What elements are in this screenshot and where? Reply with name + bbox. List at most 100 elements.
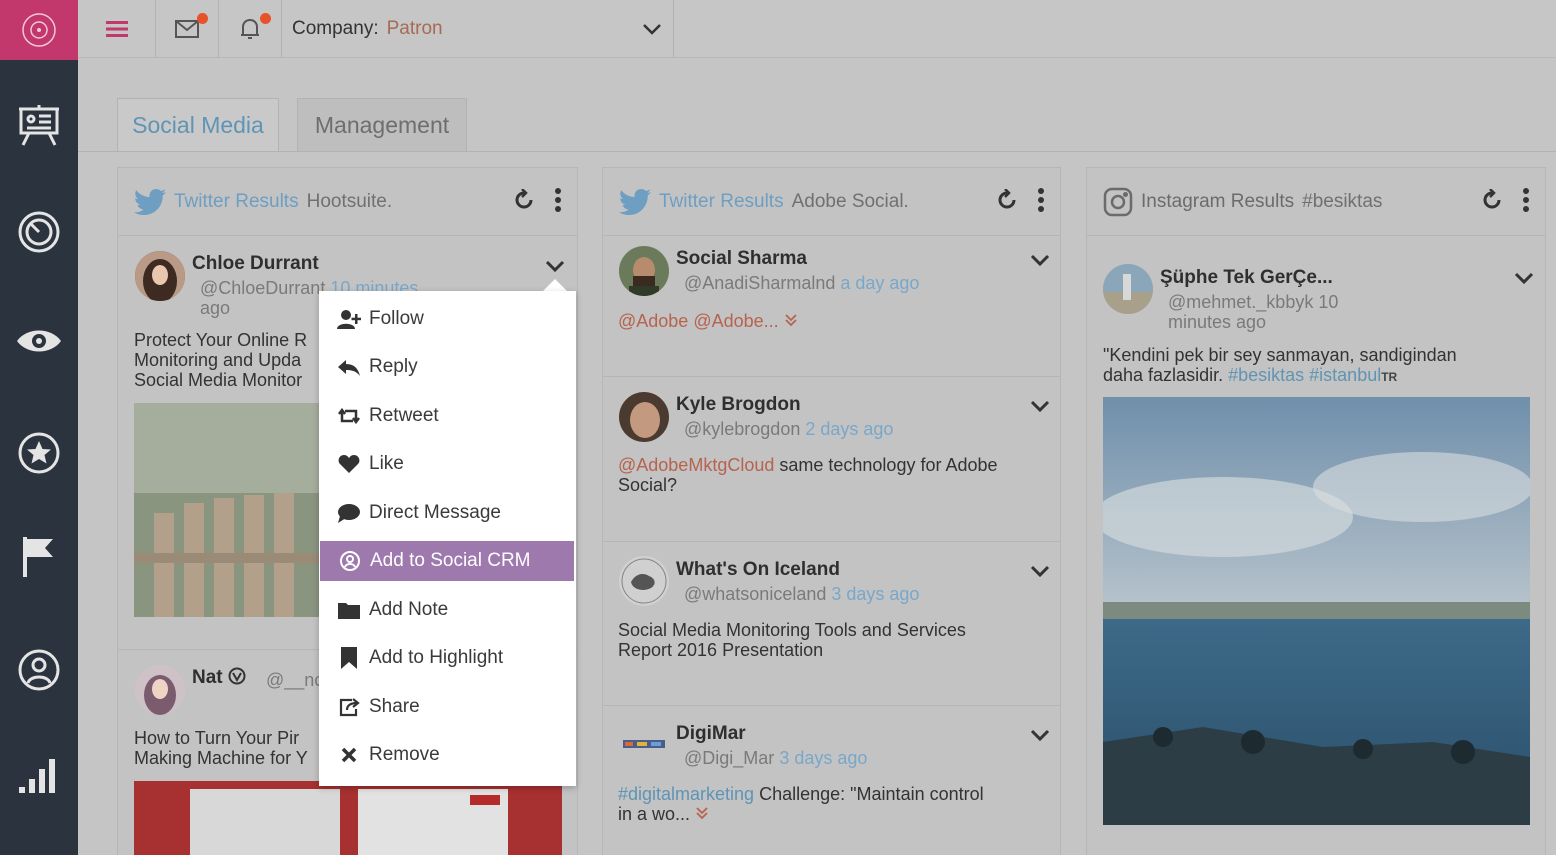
avatar[interactable] xyxy=(1103,264,1153,314)
company-label: Company: xyxy=(292,18,379,39)
menu-item-retweet[interactable]: Retweet xyxy=(319,396,576,436)
refresh-icon[interactable] xyxy=(996,189,1018,211)
chevron-down-icon[interactable] xyxy=(1029,252,1051,270)
sidebar xyxy=(0,0,78,855)
column-instagram: Instagram Results #besiktas Şüphe Tek Ge… xyxy=(1086,167,1546,855)
more-options-icon[interactable] xyxy=(1523,188,1529,212)
expand-more-icon[interactable] xyxy=(784,313,798,327)
post-card: Şüphe Tek GerÇe... @mehmet._kbbyk 10 min… xyxy=(1087,236,1545,855)
avatar[interactable] xyxy=(619,720,669,770)
post-text: @Adobe @Adobe... xyxy=(618,311,798,331)
column-network: Instagram Results xyxy=(1141,190,1295,212)
avatar[interactable] xyxy=(619,556,669,606)
post-handle: @mehmet._kbbyk 10 xyxy=(1168,292,1339,312)
post-image[interactable] xyxy=(134,403,324,617)
post-author[interactable]: What's On Iceland xyxy=(676,559,840,581)
company-selector[interactable]: Company: Patron xyxy=(282,0,674,58)
envelope-icon xyxy=(175,20,199,38)
add-user-icon xyxy=(337,310,361,329)
eye-icon[interactable] xyxy=(0,311,78,371)
chevron-down-icon[interactable] xyxy=(1029,398,1051,416)
post-image[interactable] xyxy=(134,781,562,855)
bookmark-icon xyxy=(341,647,357,669)
close-icon xyxy=(341,747,357,763)
column-network: Twitter Results xyxy=(174,190,299,212)
column-header: Twitter Results Adobe Social. xyxy=(603,168,1060,236)
share-icon xyxy=(339,698,360,717)
post-author[interactable]: Şüphe Tek GerÇe... xyxy=(1160,267,1333,289)
bar-chart-icon[interactable] xyxy=(0,745,78,805)
refresh-icon[interactable] xyxy=(513,189,535,211)
menu-item-add-to-highlight[interactable]: Add to Highlight xyxy=(319,638,576,678)
twitter-icon xyxy=(619,188,651,215)
menu-pointer xyxy=(543,279,567,291)
presentation-icon[interactable] xyxy=(0,95,78,155)
menu-item-share[interactable]: Share xyxy=(319,687,576,727)
post-handle: @kylebrogdon 2 days ago xyxy=(684,419,894,439)
expand-more-icon[interactable] xyxy=(695,806,709,820)
post-handle: @Digi_Mar 3 days ago xyxy=(684,748,868,768)
reply-icon xyxy=(338,360,360,376)
instagram-icon xyxy=(1103,187,1133,216)
post-author[interactable]: Chloe Durrant xyxy=(192,253,319,275)
top-bar: Company: Patron xyxy=(78,0,1556,58)
support-icon[interactable] xyxy=(0,640,78,700)
more-options-icon[interactable] xyxy=(555,188,561,212)
post-actions-menu: Follow Reply Retweet Like Direct Message… xyxy=(319,291,576,786)
chevron-down-icon xyxy=(643,24,661,35)
flag-icon[interactable] xyxy=(0,527,78,587)
app-logo[interactable] xyxy=(0,0,78,60)
post-time: ago xyxy=(200,298,231,318)
refresh-icon[interactable] xyxy=(1481,189,1503,211)
menu-item-add-note[interactable]: Add Note xyxy=(319,590,576,630)
chevron-down-icon[interactable] xyxy=(544,258,566,276)
column-query: #besiktas xyxy=(1302,190,1383,212)
avatar[interactable] xyxy=(619,246,669,296)
post-text: Social Media Monitoring Tools and Servic… xyxy=(618,620,966,660)
notifications-button[interactable] xyxy=(219,0,282,58)
post-image[interactable] xyxy=(1103,397,1530,825)
post-handle: @AnadiSharmalnd a day ago xyxy=(684,273,920,293)
speech-bubble-icon xyxy=(338,504,360,523)
bell-icon xyxy=(241,18,259,39)
chevron-down-icon[interactable] xyxy=(1029,563,1051,581)
tab-social-media[interactable]: Social Media xyxy=(117,98,279,152)
more-options-icon[interactable] xyxy=(1038,188,1044,212)
post-author[interactable]: Nat xyxy=(192,667,246,689)
company-value: Patron xyxy=(386,18,443,39)
post-card: Kyle Brogdon @kylebrogdon 2 days ago @Ad… xyxy=(603,377,1060,542)
messages-button[interactable] xyxy=(156,0,219,58)
heart-icon xyxy=(338,455,360,473)
post-author[interactable]: Kyle Brogdon xyxy=(676,394,801,416)
menu-item-add-to-social-crm[interactable]: Add to Social CRM xyxy=(320,541,574,581)
column-twitter-adobe: Twitter Results Adobe Social. Social Sha… xyxy=(602,167,1061,855)
chevron-down-icon[interactable] xyxy=(1029,727,1051,745)
post-card: DigiMar @Digi_Mar 3 days ago #digitalmar… xyxy=(603,706,1060,855)
post-card: What's On Iceland @whatsoniceland 3 days… xyxy=(603,542,1060,706)
post-author[interactable]: Social Sharma xyxy=(676,248,807,270)
monitor-gauge-icon[interactable] xyxy=(0,202,78,262)
column-header: Twitter Results Hootsuite. xyxy=(118,168,577,236)
folder-icon xyxy=(338,603,360,619)
menu-item-like[interactable]: Like xyxy=(319,444,576,484)
retweet-icon xyxy=(338,408,360,424)
avatar[interactable] xyxy=(619,392,669,442)
avatar[interactable] xyxy=(135,251,185,301)
menu-item-direct-message[interactable]: Direct Message xyxy=(319,493,576,533)
tab-management[interactable]: Management xyxy=(297,98,467,152)
column-network: Twitter Results xyxy=(659,190,784,212)
chevron-down-icon[interactable] xyxy=(1513,270,1535,288)
post-author[interactable]: DigiMar xyxy=(676,723,746,745)
menu-item-remove[interactable]: Remove xyxy=(319,735,576,775)
star-icon[interactable] xyxy=(0,423,78,483)
hamburger-menu-button[interactable] xyxy=(78,0,156,58)
post-handle: @whatsoniceland 3 days ago xyxy=(684,584,920,604)
post-handle: @__nc xyxy=(266,670,324,690)
twitter-icon xyxy=(134,188,166,215)
messages-badge xyxy=(197,13,208,24)
crm-icon xyxy=(340,551,360,571)
avatar[interactable] xyxy=(135,665,185,715)
menu-item-follow[interactable]: Follow xyxy=(319,299,576,339)
post-text: Protect Your Online R Monitoring and Upd… xyxy=(134,330,308,390)
menu-item-reply[interactable]: Reply xyxy=(319,347,576,387)
